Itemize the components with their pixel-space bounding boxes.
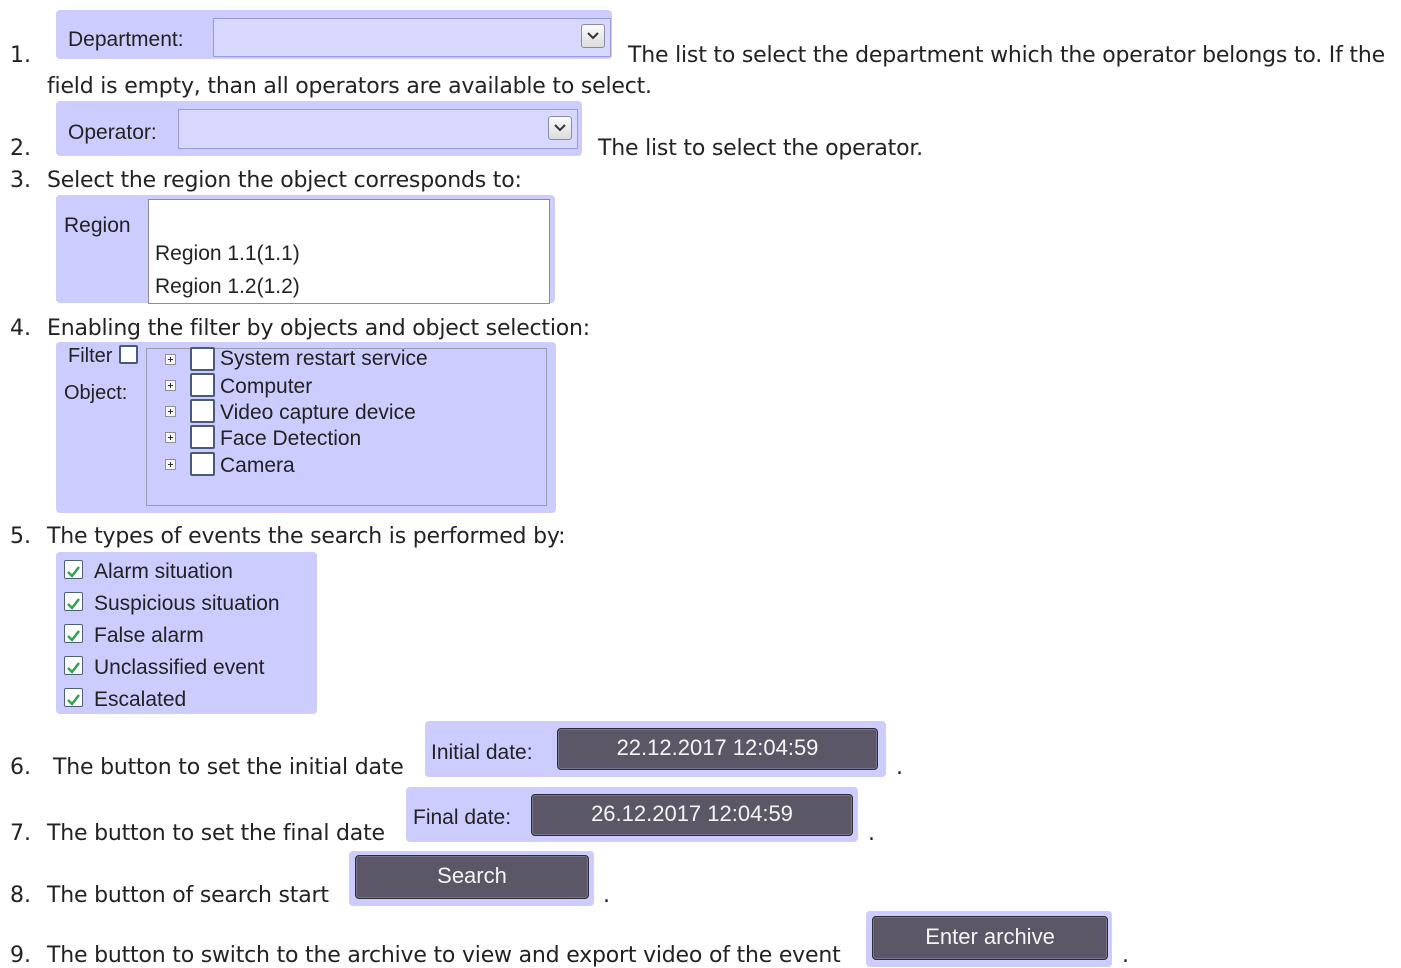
checkmark-icon [67,662,80,674]
region-list[interactable]: Region 1.1(1.1) Region 1.2(1.2) [148,199,550,304]
event-types-instruction: The types of events the search is perfor… [47,524,566,549]
event-type-label: Escalated [94,688,187,711]
event-checkbox[interactable] [64,688,83,707]
checkmark-icon [67,694,80,706]
search-button[interactable]: Search [355,855,589,899]
filter-checkbox[interactable] [119,345,138,364]
operator-select[interactable] [178,109,578,149]
item-number: 3. [10,168,31,193]
object-filter-panel: Filter Object: System restart service Co… [56,342,556,513]
chevron-down-icon[interactable] [548,116,572,140]
event-checkbox[interactable] [64,560,83,579]
object-label: Object: [64,382,128,404]
region-panel: Region Region 1.1(1.1) Region 1.2(1.2) [56,195,555,304]
event-checkbox[interactable] [64,624,83,643]
item-number: 8. [10,883,31,908]
checkmark-icon [67,630,80,642]
department-label: Department: [68,28,184,51]
object-tree-item[interactable]: Face Detection [220,427,361,451]
checkmark-icon [67,598,80,610]
item-number: 6. [10,755,31,780]
operator-description: The list to select the operator. [598,136,923,161]
object-tree-item[interactable]: Video capture device [220,401,416,425]
archive-panel: Enter archive [866,911,1112,967]
initial-date-description: The button to set the initial date [53,755,404,780]
expand-icon[interactable] [165,380,176,391]
operator-label: Operator: [68,121,157,144]
event-type-label: Suspicious situation [94,592,280,615]
chevron-down-icon[interactable] [581,24,605,48]
period: . [896,755,903,780]
item-number: 5. [10,524,31,549]
expand-icon[interactable] [165,432,176,443]
event-type-label: False alarm [94,624,204,647]
department-panel: Department: [56,10,612,59]
expand-icon[interactable] [165,354,176,365]
event-checkbox[interactable] [64,592,83,611]
initial-date-label: Initial date: [431,741,533,764]
region-label: Region [64,214,131,237]
period: . [868,821,875,846]
object-checkbox[interactable] [190,452,215,476]
archive-description: The button to switch to the archive to v… [47,943,841,968]
item-number: 4. [10,316,31,341]
item-number: 1. [10,43,31,68]
expand-icon[interactable] [165,406,176,417]
initial-date-panel: Initial date: 22.12.2017 12:04:59 [425,721,886,777]
enter-archive-button[interactable]: Enter archive [872,916,1108,960]
filter-instruction: Enabling the filter by objects and objec… [47,316,590,341]
object-tree-item[interactable]: System restart service [220,347,428,371]
object-tree-item[interactable]: Computer [220,375,312,399]
item-number: 7. [10,821,31,846]
object-checkbox[interactable] [190,425,215,449]
final-date-button[interactable]: 26.12.2017 12:04:59 [531,794,853,836]
event-type-label: Unclassified event [94,656,265,679]
period: . [1122,943,1129,968]
department-description: The list to select the department which … [628,43,1385,68]
final-date-description: The button to set the final date [47,821,385,846]
region-item[interactable]: Region 1.2(1.2) [155,275,300,299]
event-type-label: Alarm situation [94,560,233,583]
operator-panel: Operator: [56,101,582,156]
expand-icon[interactable] [165,459,176,470]
period: . [603,883,610,908]
region-instruction: Select the region the object corresponds… [47,168,522,193]
event-types-panel: Alarm situation Suspicious situation Fal… [56,552,317,714]
search-description: The button of search start [47,883,329,908]
object-tree-item[interactable]: Camera [220,454,295,478]
final-date-label: Final date: [413,806,512,829]
event-checkbox[interactable] [64,656,83,675]
object-checkbox[interactable] [190,399,215,423]
object-checkbox[interactable] [190,373,215,397]
item-number: 2. [10,136,31,161]
search-panel: Search [349,851,594,906]
checkmark-icon [67,566,80,578]
object-checkbox[interactable] [190,347,215,371]
initial-date-button[interactable]: 22.12.2017 12:04:59 [557,728,878,770]
final-date-panel: Final date: 26.12.2017 12:04:59 [406,787,858,842]
department-select[interactable] [213,18,611,57]
region-item[interactable]: Region 1.1(1.1) [155,242,300,266]
department-description-continued: field is empty, than all operators are a… [47,74,652,99]
item-number: 9. [10,943,31,968]
filter-label: Filter [68,345,113,367]
